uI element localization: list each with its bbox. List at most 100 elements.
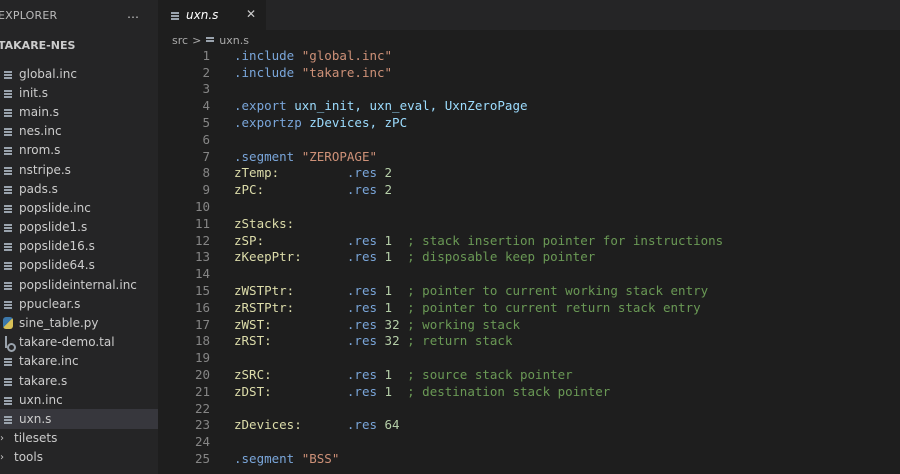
line-content: zWST: .res 32 ; working stack [234, 317, 520, 332]
file-item[interactable]: uxn.inc [0, 390, 158, 409]
code-line[interactable]: 3 [158, 81, 900, 98]
lines-file-icon [170, 9, 180, 21]
code-token: zSRC: [234, 367, 272, 383]
code-line[interactable]: 13 zKeepPtr: .res 1 ; disposable keep poi… [158, 249, 900, 266]
file-item[interactable]: popslideinternal.inc [0, 275, 158, 294]
code-token: .include [234, 64, 302, 80]
file-item[interactable]: main.s [0, 102, 158, 121]
lines-file-icon [3, 125, 13, 137]
file-name: main.s [19, 104, 60, 119]
close-icon[interactable]: ✕ [246, 7, 256, 21]
file-item[interactable]: pads.s [0, 179, 158, 198]
code-token: 64 [384, 417, 400, 433]
file-name: popslide1.s [19, 220, 88, 235]
code-line[interactable]: 15 zWSTPtr: .res 1 ; pointer to current w… [158, 282, 900, 299]
folder-item[interactable]: › tools [0, 448, 158, 467]
file-item[interactable]: takare-demo.tal [0, 333, 158, 353]
code-line[interactable]: 19 [158, 349, 900, 366]
code-line[interactable]: 21 zDST: .res 1 ; destination stack point… [158, 383, 900, 400]
code-line[interactable]: 6 [158, 131, 900, 148]
code-line[interactable]: 25 .segment "BSS" [158, 450, 900, 467]
code-line[interactable]: 16 zRSTPtr: .res 1 ; pointer to current r… [158, 299, 900, 316]
code-token: .res [346, 333, 385, 349]
code-line[interactable]: 11 zStacks: [158, 215, 900, 232]
file-name: pads.s [19, 181, 58, 196]
code-line[interactable]: 10 [158, 198, 900, 215]
file-item[interactable]: takare.inc [0, 352, 158, 371]
line-number: 18 [194, 333, 210, 349]
file-item[interactable]: sine_table.py [0, 313, 158, 332]
editor-area: uxn.s ✕ src > uxn.s 1 .include "global.in… [158, 0, 900, 474]
file-item[interactable]: nes.inc [0, 122, 158, 141]
file-item[interactable]: popslide.inc [0, 198, 158, 217]
tab-bar: uxn.s ✕ [158, 0, 900, 30]
code-token: zDevices, zPC [309, 115, 408, 131]
code-token: 32 [384, 316, 408, 332]
file-item[interactable]: nrom.s [0, 141, 158, 160]
code-line[interactable]: 7 .segment "ZEROPAGE" [158, 148, 900, 165]
code-line[interactable]: 9 zPC: .res 2 [158, 181, 900, 198]
breadcrumb-folder[interactable]: src [172, 34, 188, 47]
line-content: .include "global.inc" [234, 48, 392, 63]
code-line[interactable]: 20 zSRC: .res 1 ; source stack pointer [158, 366, 900, 383]
code-token: 32 [384, 333, 408, 349]
code-line[interactable]: 4 .export uxn_init, uxn_eval, UxnZeroPage [158, 97, 900, 114]
tab-uxn-s[interactable]: uxn.s ✕ [158, 0, 266, 30]
code-token: .res [346, 283, 385, 299]
code-editor[interactable]: 1 .include "global.inc" 2 .include "takare.… [158, 47, 900, 467]
lines-file-icon [3, 164, 13, 176]
project-folder-header[interactable]: TAKARE-NES [0, 34, 158, 56]
code-token: 1 [384, 383, 408, 399]
lines-file-icon [3, 259, 13, 271]
code-line[interactable]: 12 zSP: .res 1 ; stack insertion pointer … [158, 232, 900, 249]
code-line[interactable]: 5 .exportzp zDevices, zPC [158, 114, 900, 131]
code-token: zPC: [234, 182, 265, 198]
breadcrumb-file[interactable]: uxn.s [219, 34, 249, 47]
file-item[interactable]: popslide1.s [0, 218, 158, 237]
code-line[interactable]: 22 [158, 400, 900, 417]
code-line[interactable]: 23 zDevices: .res 64 [158, 417, 900, 434]
code-token: zWSTPtr: [234, 283, 295, 299]
code-token: ; source stack pointer [407, 367, 573, 383]
tal-file-icon [3, 336, 16, 353]
line-number: 10 [194, 199, 210, 215]
lines-file-icon [3, 183, 13, 195]
code-line[interactable]: 2 .include "takare.inc" [158, 64, 900, 81]
file-item[interactable]: popslide64.s [0, 256, 158, 275]
code-token: .res [346, 182, 385, 198]
more-actions-icon[interactable]: … [127, 7, 139, 21]
line-number: 6 [202, 131, 210, 147]
line-number: 5 [202, 115, 210, 131]
code-line[interactable]: 14 [158, 265, 900, 282]
lines-file-icon [3, 144, 13, 156]
code-token: zWST: [234, 316, 272, 332]
folder-tree: › tilesets › tools [0, 429, 158, 467]
code-line[interactable]: 18 zRST: .res 32 ; return stack [158, 333, 900, 350]
code-line[interactable]: 17 zWST: .res 32 ; working stack [158, 316, 900, 333]
code-line[interactable]: 24 [158, 433, 900, 450]
file-item[interactable]: init.s [0, 83, 158, 102]
code-token: zRSTPtr: [234, 299, 295, 315]
file-item[interactable]: ppuclear.s [0, 294, 158, 313]
file-item[interactable]: nstripe.s [0, 160, 158, 179]
code-token: ; pointer to current working stack entry [407, 283, 709, 299]
code-line[interactable]: 8 zTemp: .res 2 [158, 165, 900, 182]
file-item[interactable]: uxn.s [0, 409, 158, 429]
code-line[interactable]: 1 .include "global.inc" [158, 47, 900, 64]
line-number: 15 [194, 283, 210, 299]
line-content: zKeepPtr: .res 1 ; disposable keep point… [234, 249, 595, 264]
folder-name: tilesets [14, 431, 58, 446]
line-number: 17 [194, 316, 210, 332]
file-item[interactable]: popslide16.s [0, 237, 158, 256]
code-token: zKeepPtr: [234, 249, 302, 265]
code-token: zDevices: [234, 417, 302, 433]
file-item[interactable]: global.inc [0, 64, 158, 83]
folder-item[interactable]: › tilesets [0, 429, 158, 448]
file-name: takare-demo.tal [19, 335, 115, 350]
line-number: 13 [194, 249, 210, 265]
code-token: ; pointer to current return stack entry [407, 299, 701, 315]
file-item[interactable]: takare.s [0, 371, 158, 390]
